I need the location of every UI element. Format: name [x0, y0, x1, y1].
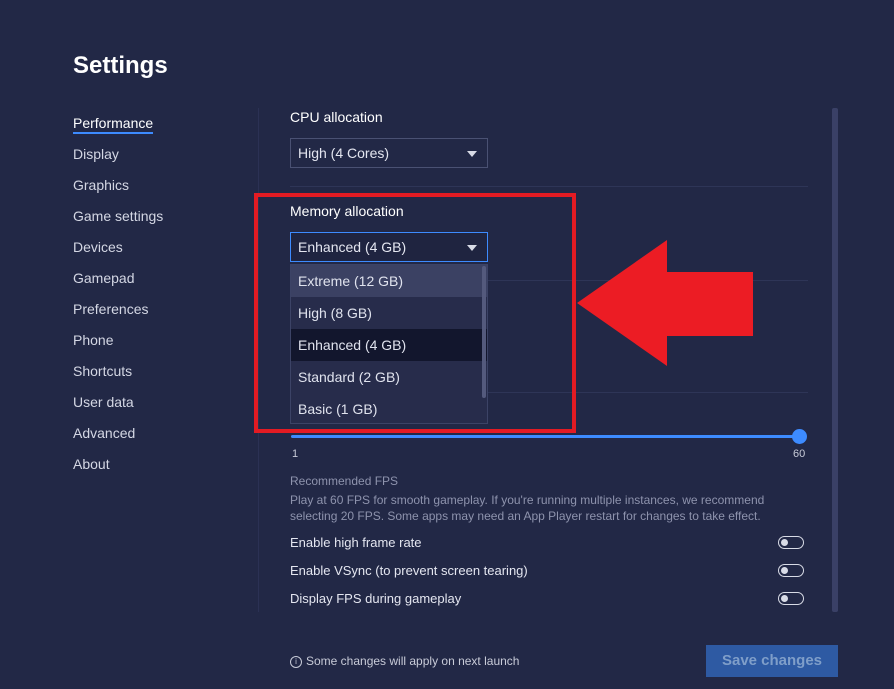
- nav-item-devices[interactable]: Devices: [73, 239, 163, 270]
- high-frame-rate-label: Enable high frame rate: [290, 535, 422, 550]
- page-title: Settings: [73, 52, 168, 79]
- nav-item-gamepad[interactable]: Gamepad: [73, 270, 163, 301]
- nav-item-display[interactable]: Display: [73, 146, 163, 177]
- vsync-toggle[interactable]: [778, 564, 804, 577]
- fps-max-label: 60: [793, 448, 806, 460]
- save-changes-button[interactable]: Save changes: [706, 645, 838, 677]
- settings-nav: Performance Display Graphics Game settin…: [73, 115, 163, 487]
- nav-item-about[interactable]: About: [73, 456, 163, 487]
- nav-item-graphics[interactable]: Graphics: [73, 177, 163, 208]
- nav-item-phone[interactable]: Phone: [73, 332, 163, 363]
- nav-item-performance[interactable]: Performance: [73, 115, 163, 146]
- display-fps-label: Display FPS during gameplay: [290, 591, 462, 606]
- section-divider: [290, 186, 808, 187]
- info-icon: i: [290, 655, 302, 668]
- highlight-box: [254, 193, 576, 433]
- red-arrow-icon: [577, 240, 753, 366]
- nav-item-shortcuts[interactable]: Shortcuts: [73, 363, 163, 394]
- nav-item-advanced[interactable]: Advanced: [73, 425, 163, 456]
- toggle-knob: [781, 538, 788, 546]
- recommended-fps-text: Play at 60 FPS for smooth gameplay. If y…: [290, 493, 765, 523]
- cpu-allocation-label: CPU allocation: [290, 109, 383, 125]
- vsync-label: Enable VSync (to prevent screen tearing): [290, 563, 528, 578]
- toggle-knob: [781, 594, 788, 602]
- footer-note: i Some changes will apply on next launch: [290, 654, 519, 668]
- fps-min-label: 1: [292, 448, 299, 460]
- content-scrollbar[interactable]: [832, 108, 838, 612]
- toggle-knob: [781, 566, 788, 574]
- recommended-fps-title: Recommended FPS: [290, 474, 399, 488]
- high-frame-rate-toggle[interactable]: [778, 536, 804, 549]
- fps-slider-thumb[interactable]: [792, 429, 807, 444]
- nav-item-user-data[interactable]: User data: [73, 394, 163, 425]
- nav-item-preferences[interactable]: Preferences: [73, 301, 163, 332]
- fps-slider-track[interactable]: [291, 435, 800, 438]
- footer-note-text: Some changes will apply on next launch: [306, 654, 520, 668]
- cpu-allocation-select[interactable]: High (4 Cores): [290, 138, 488, 168]
- chevron-down-icon: [467, 151, 477, 157]
- nav-item-game-settings[interactable]: Game settings: [73, 208, 163, 239]
- display-fps-toggle[interactable]: [778, 592, 804, 605]
- cpu-allocation-value: High (4 Cores): [298, 145, 390, 161]
